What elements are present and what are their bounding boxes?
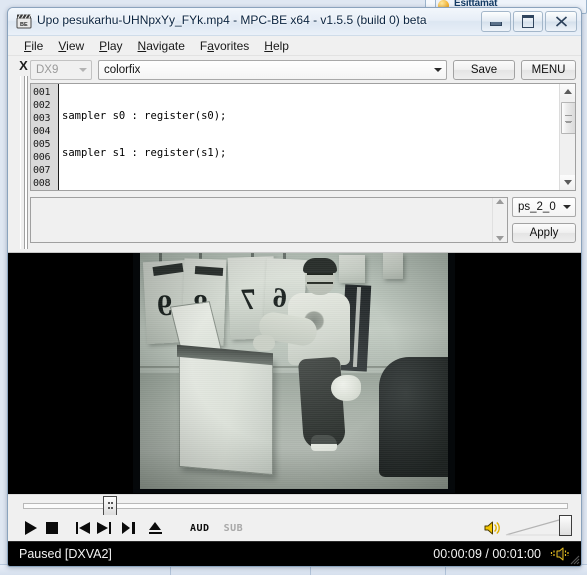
- pane-gripper[interactable]: [20, 76, 28, 249]
- shader-editor-pane: X DX9 colorfix Save MENU 001 002 003 004…: [8, 56, 581, 253]
- minimize-icon: [490, 22, 502, 26]
- video-vignette: [133, 253, 455, 493]
- skip-forward-icon: [96, 522, 111, 534]
- window-title: Upo pesukarhu-UHNpxYy_FYk.mp4 - MPC-BE x…: [37, 13, 427, 27]
- menu-file[interactable]: File: [17, 37, 51, 55]
- line-number: 006: [33, 152, 51, 163]
- eject-button[interactable]: [145, 518, 166, 539]
- scroll-up-button[interactable]: [560, 84, 575, 99]
- shader-toolbar: DX9 colorfix Save MENU: [30, 59, 576, 80]
- triangle-up-icon: [563, 89, 572, 94]
- taskbar-divider: [310, 566, 311, 575]
- line-number: 007: [33, 165, 51, 176]
- close-icon: [555, 16, 567, 27]
- line-number: 008: [33, 178, 51, 189]
- line-number: 002: [33, 100, 51, 111]
- maximize-button[interactable]: [513, 11, 543, 32]
- clapperboard-icon: BE: [16, 13, 32, 29]
- frame-step-button[interactable]: [118, 518, 139, 539]
- chevron-down-icon: [563, 205, 571, 209]
- menu-view[interactable]: View: [51, 37, 92, 55]
- preset-combo[interactable]: colorfix: [98, 59, 447, 80]
- shader-editor-close-icon[interactable]: X: [17, 59, 30, 73]
- shader-right-controls: ps_2_0 Apply: [512, 197, 576, 243]
- close-button[interactable]: [545, 11, 577, 32]
- svg-text:BE: BE: [20, 22, 28, 28]
- shader-profile-combo[interactable]: ps_2_0: [512, 197, 576, 217]
- device-combo[interactable]: DX9: [30, 59, 92, 80]
- menu-navigate[interactable]: Navigate: [131, 37, 193, 55]
- shader-code-editor[interactable]: 001 002 003 004 005 006 007 008 sampler …: [30, 83, 576, 191]
- play-button[interactable]: [20, 518, 41, 539]
- taskbar-divider: [445, 566, 446, 575]
- line-number: 003: [33, 113, 51, 124]
- mpc-be-window: BE Upo pesukarhu-UHNpxYy_FYk.mp4 - MPC-B…: [7, 7, 582, 567]
- status-bar: Paused [DXVA2] 00:00:09 / 00:01:00: [8, 541, 581, 566]
- triangle-up-icon: [496, 199, 504, 204]
- volume-slider-track[interactable]: [505, 519, 563, 537]
- video-still-image: 9 8 7 6: [133, 253, 455, 493]
- log-scroll-up-button[interactable]: [496, 199, 504, 204]
- video-letterbox-right: [448, 253, 455, 493]
- video-surface[interactable]: 9 8 7 6: [8, 253, 581, 494]
- stop-button[interactable]: [41, 518, 62, 539]
- triangle-down-icon: [496, 236, 504, 241]
- chevron-down-icon: [434, 67, 442, 72]
- speaker-icon[interactable]: [483, 519, 501, 537]
- player-controls: AUD SUB: [8, 515, 581, 541]
- shader-profile-value: ps_2_0: [518, 201, 556, 213]
- subtitle-track-button[interactable]: SUB: [224, 523, 244, 534]
- triangle-down-icon: [563, 180, 572, 185]
- playback-status: Paused [DXVA2]: [19, 547, 112, 561]
- code-line: sampler s1 : register(s1);: [62, 147, 227, 159]
- log-scroll-down-button[interactable]: [496, 236, 504, 241]
- code-text[interactable]: sampler s0 : register(s0); sampler s1 : …: [59, 84, 559, 190]
- line-number: 004: [33, 126, 51, 137]
- video-letterbox-bottom: [133, 489, 455, 493]
- resize-grip[interactable]: [568, 553, 580, 565]
- scrollbar-thumb[interactable]: [561, 102, 575, 134]
- audio-track-button[interactable]: AUD: [190, 523, 210, 534]
- time-display: 00:00:09 / 00:01:00: [433, 547, 541, 561]
- shader-output-log[interactable]: [30, 197, 508, 243]
- save-button[interactable]: Save: [453, 59, 515, 80]
- menu-play[interactable]: Play: [92, 37, 130, 55]
- seek-bar-thumb[interactable]: [102, 496, 117, 516]
- screen-root: Esittämät BE Upo pesukarhu-UHNpxYy_FYk.m…: [0, 0, 587, 575]
- taskbar-divider: [170, 566, 171, 575]
- preset-combo-value: colorfix: [104, 63, 141, 76]
- window-controls: [481, 11, 577, 32]
- volume-area: [475, 515, 575, 541]
- chevron-down-icon: [79, 67, 87, 72]
- menu-help[interactable]: Help: [257, 37, 297, 55]
- stop-icon: [45, 522, 58, 534]
- video-letterbox-left: [133, 253, 140, 493]
- play-icon: [24, 521, 37, 535]
- code-line: sampler s0 : register(s0);: [62, 110, 227, 122]
- menu-bar: File View Play Navigate Favorites Help: [8, 36, 581, 56]
- log-vertical-scrollbar[interactable]: [492, 198, 507, 242]
- code-gutter: 001 002 003 004 005 006 007 008: [31, 84, 59, 190]
- line-number: 005: [33, 139, 51, 150]
- video-frame[interactable]: 9 8 7 6: [133, 253, 455, 493]
- menu-favorites[interactable]: Favorites: [193, 37, 257, 55]
- title-bar[interactable]: BE Upo pesukarhu-UHNpxYy_FYk.mp4 - MPC-B…: [8, 8, 581, 36]
- apply-button[interactable]: Apply: [512, 223, 576, 243]
- code-vertical-scrollbar[interactable]: [559, 84, 575, 190]
- log-text: [31, 198, 492, 242]
- skip-back-button[interactable]: [72, 518, 93, 539]
- skip-forward-button[interactable]: [93, 518, 114, 539]
- menu-button[interactable]: MENU: [521, 59, 576, 80]
- seek-bar-row: [8, 494, 581, 516]
- device-combo-value: DX9: [36, 63, 59, 76]
- skip-back-icon: [75, 522, 90, 534]
- eject-icon: [149, 522, 162, 534]
- frame-step-icon: [122, 522, 135, 534]
- volume-slider-thumb[interactable]: [559, 515, 572, 536]
- line-number: 001: [33, 87, 51, 98]
- maximize-icon: [522, 15, 534, 28]
- scroll-down-button[interactable]: [560, 175, 575, 190]
- minimize-button[interactable]: [481, 11, 511, 32]
